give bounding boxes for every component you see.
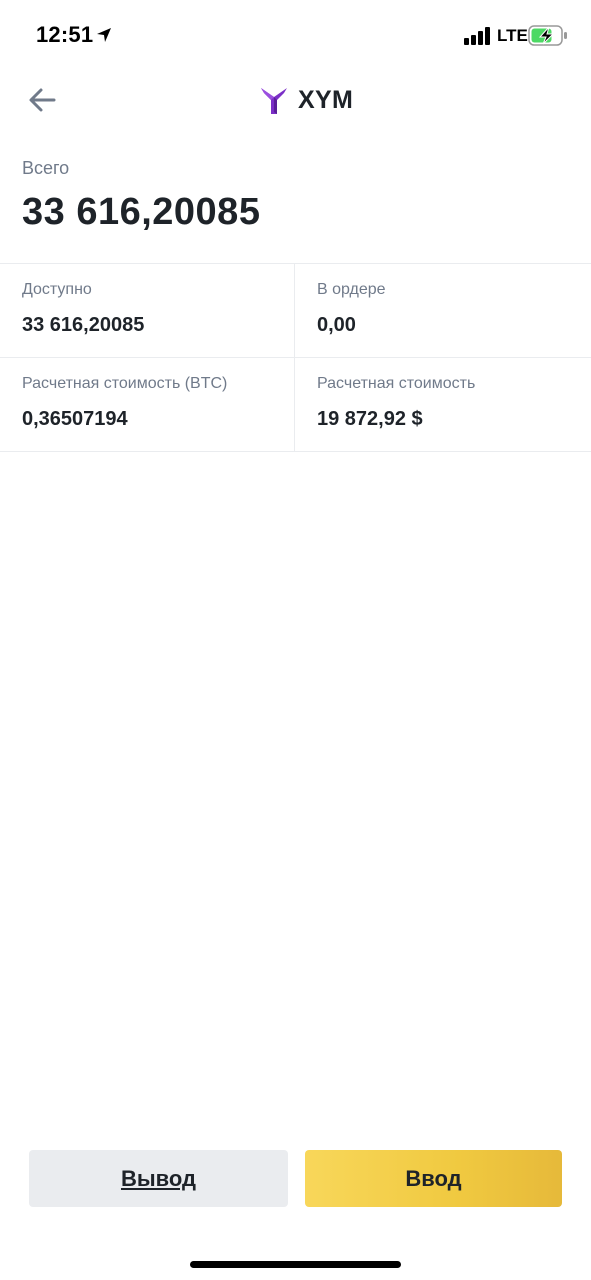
- deposit-button[interactable]: Ввод: [305, 1150, 562, 1207]
- withdraw-button[interactable]: Вывод: [29, 1150, 288, 1207]
- symbol-xym-logo-icon: [261, 88, 287, 114]
- total-value: 33 616,20085: [22, 191, 261, 233]
- status-bar: 12:51 LTE: [0, 0, 591, 72]
- asset-detail-screen: 12:51 LTE XYM Всего 33 616,20085 Доступн…: [0, 0, 591, 1280]
- network-label: LTE: [497, 26, 528, 45]
- available-value: 33 616,20085: [22, 314, 145, 336]
- available-label: Доступно: [22, 281, 92, 298]
- balance-details: Доступно 33 616,20085 В ордере 0,00 Расч…: [0, 263, 591, 452]
- details-row: Доступно 33 616,20085 В ордере 0,00: [0, 264, 591, 358]
- signal-bars-icon: [464, 27, 490, 45]
- est-value-value: 19 872,92 $: [317, 408, 423, 430]
- coin-header: XYM: [258, 82, 353, 118]
- page-title: XYM: [298, 85, 354, 114]
- back-arrow-icon[interactable]: [24, 82, 60, 118]
- est-value-cell: Расчетная стоимость 19 872,92 $: [295, 358, 591, 451]
- total-label: Всего: [22, 158, 70, 178]
- details-row: Расчетная стоимость (BTC) 0,36507194 Рас…: [0, 358, 591, 452]
- home-indicator[interactable]: [190, 1261, 401, 1268]
- status-time: 12:51: [36, 22, 94, 47]
- battery-charging-icon: [528, 25, 567, 46]
- withdraw-button-label: Вывод: [120, 1165, 197, 1191]
- in-order-cell: В ордере 0,00: [295, 264, 591, 357]
- deposit-button-label: Ввод: [405, 1165, 462, 1191]
- available-cell: Доступно 33 616,20085: [0, 264, 295, 357]
- top-nav: XYM: [0, 72, 591, 128]
- est-btc-cell: Расчетная стоимость (BTC) 0,36507194: [0, 358, 295, 451]
- in-order-label: В ордере: [317, 281, 386, 298]
- est-btc-value: 0,36507194: [22, 408, 128, 430]
- in-order-value: 0,00: [317, 314, 356, 336]
- location-arrow-icon: [97, 28, 111, 42]
- est-btc-label: Расчетная стоимость (BTC): [22, 375, 228, 392]
- est-value-label: Расчетная стоимость: [317, 375, 476, 392]
